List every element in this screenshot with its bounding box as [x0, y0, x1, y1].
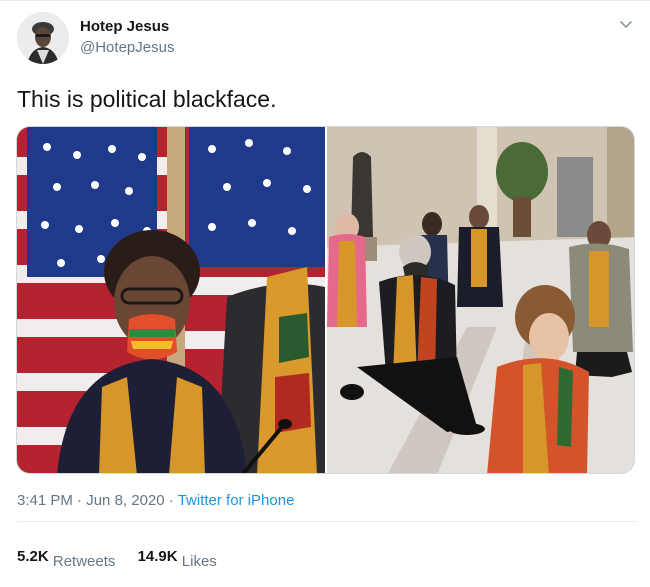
likes-label: Likes: [181, 553, 217, 570]
likes-count: 14.9K: [137, 548, 178, 565]
media-photo-right[interactable]: [327, 127, 634, 473]
tweet-text: This is political blackface.: [17, 86, 277, 112]
tweet-time[interactable]: 3:41 PM: [17, 492, 73, 509]
meta-separator: ·: [168, 492, 174, 509]
likes-stat[interactable]: 14.9K Likes: [137, 548, 217, 570]
avatar-portrait-icon: [17, 12, 69, 64]
tweet-stats: 5.2K Retweets 14.9K Likes: [17, 548, 235, 570]
media-photo-left[interactable]: [17, 127, 325, 473]
chevron-down-icon[interactable]: [616, 14, 636, 34]
retweets-stat[interactable]: 5.2K Retweets: [17, 548, 115, 570]
retweets-label: Retweets: [52, 553, 116, 570]
author-name[interactable]: Hotep Jesus: [80, 18, 169, 35]
tweet-source-link[interactable]: Twitter for iPhone: [178, 492, 295, 509]
tweet-date[interactable]: Jun 8, 2020: [86, 492, 164, 509]
avatar[interactable]: [17, 12, 69, 64]
top-divider: [0, 0, 650, 1]
divider: [17, 521, 636, 522]
author-handle[interactable]: @HotepJesus: [80, 39, 174, 56]
tweet-media: [16, 126, 635, 474]
meta-separator: ·: [77, 492, 83, 509]
tweet-meta: 3:41 PM · Jun 8, 2020 · Twitter for iPho…: [17, 492, 294, 509]
retweets-count: 5.2K: [17, 548, 49, 565]
